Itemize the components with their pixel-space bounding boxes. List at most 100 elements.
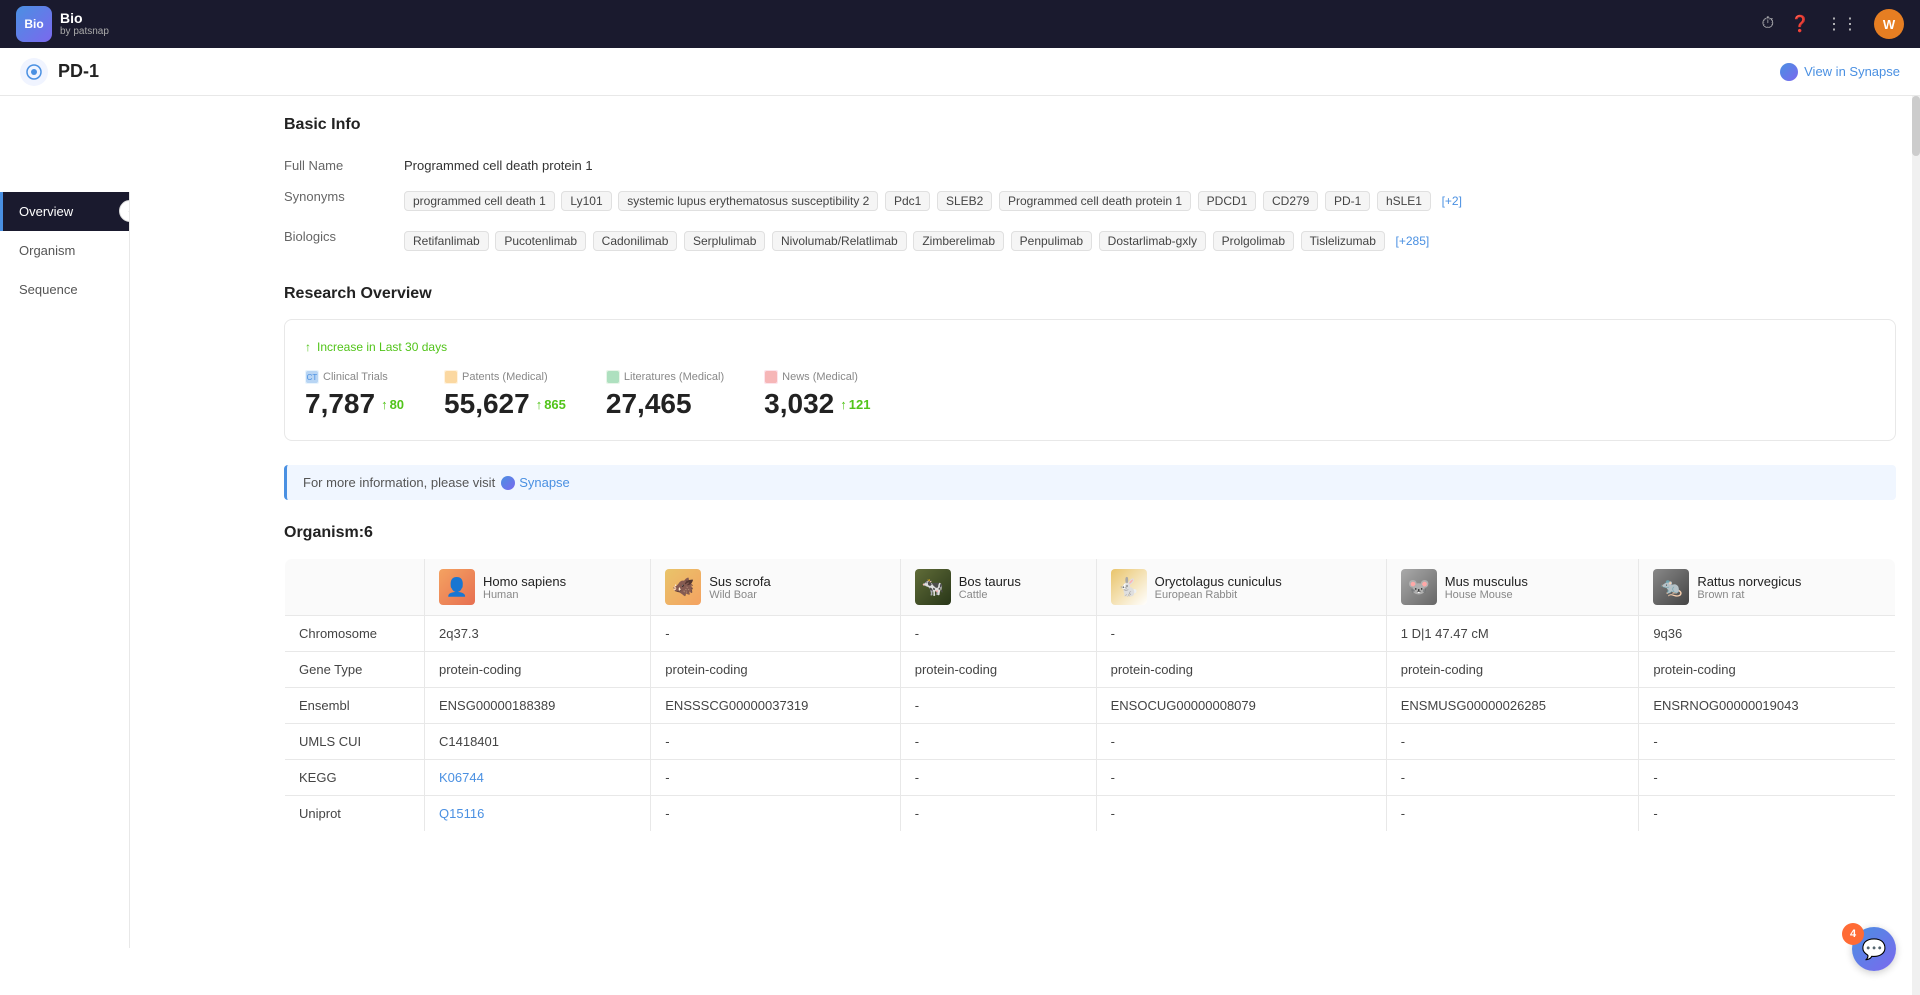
- synonym-tag[interactable]: Ly101: [561, 191, 611, 211]
- biologic-tag[interactable]: Zimberelimab: [913, 231, 1004, 251]
- cell-kegg-bos: -: [900, 760, 1096, 796]
- help-icon[interactable]: ❓: [1790, 14, 1810, 34]
- biologic-tag[interactable]: Serplulimab: [684, 231, 765, 251]
- biologics-more[interactable]: [+285]: [1392, 232, 1434, 250]
- synonym-tag[interactable]: SLEB2: [937, 191, 992, 211]
- stat-type-patents: Patents (Medical): [444, 370, 566, 384]
- synonym-tag[interactable]: Programmed cell death protein 1: [999, 191, 1191, 211]
- avatar[interactable]: W: [1874, 9, 1904, 39]
- org-sub-homo: Human: [483, 589, 566, 601]
- sidebar-item-sequence[interactable]: Sequence: [0, 270, 129, 309]
- kegg-link-homo[interactable]: K06744: [439, 770, 484, 785]
- organism-table: 👤 Homo sapiens Human: [284, 558, 1896, 832]
- synonym-tag[interactable]: programmed cell death 1: [404, 191, 555, 211]
- cell-genetype-bos: protein-coding: [900, 652, 1096, 688]
- synonym-tag[interactable]: hSLE1: [1377, 191, 1431, 211]
- cell-chromosome-ory: -: [1096, 616, 1386, 652]
- svg-text:CT: CT: [307, 373, 318, 382]
- organism-col-mus: 🐭 Mus musculus House Mouse: [1386, 559, 1639, 616]
- cell-uniprot-bos: -: [900, 796, 1096, 832]
- organism-title: Organism:6: [284, 524, 1896, 542]
- stat-value-patents: 55,627 ↑ 865: [444, 388, 566, 420]
- org-name-mus: Mus musculus: [1445, 574, 1528, 589]
- synapse-icon: [1780, 63, 1798, 81]
- cell-genetype-ory: protein-coding: [1096, 652, 1386, 688]
- clock-icon[interactable]: ⏱: [1762, 15, 1774, 33]
- news-icon: [764, 370, 778, 384]
- stat-literatures: Literatures (Medical) 27,465: [606, 370, 724, 420]
- org-header-sus: 🐗 Sus scrofa Wild Boar: [665, 569, 885, 605]
- row-label-chromosome: Chromosome: [285, 616, 425, 652]
- layout: ‹ Overview Organism Sequence Basic Info …: [0, 96, 1920, 852]
- biologic-tag[interactable]: Pucotenlimab: [495, 231, 586, 251]
- scrollbar-thumb[interactable]: [1912, 96, 1920, 156]
- navbar-logo[interactable]: Bio: [16, 6, 52, 42]
- org-header-ory: 🐇 Oryctolagus cuniculus European Rabbit: [1111, 569, 1372, 605]
- biologic-tag[interactable]: Tislelizumab: [1301, 231, 1385, 251]
- biologic-tag[interactable]: Retifanlimab: [404, 231, 489, 251]
- synonym-tag[interactable]: CD279: [1263, 191, 1318, 211]
- stat-delta-patents: ↑ 865: [536, 397, 566, 412]
- view-in-synapse-button[interactable]: View in Synapse: [1780, 63, 1900, 81]
- row-label-ensembl: Ensembl: [285, 688, 425, 724]
- synapse-link[interactable]: Synapse: [501, 475, 570, 490]
- cell-kegg-mus: -: [1386, 760, 1639, 796]
- chat-count: 4: [1842, 923, 1864, 945]
- research-overview-card: ↑ Increase in Last 30 days CT Clinical T…: [284, 319, 1896, 441]
- biologic-tag[interactable]: Cadonilimab: [593, 231, 678, 251]
- synonyms-more[interactable]: [+2]: [1438, 192, 1466, 210]
- cell-uniprot-homo: Q15116: [425, 796, 651, 832]
- stat-delta-news: ↑ 121: [840, 397, 870, 412]
- biologic-tag[interactable]: Nivolumab/Relatlimab: [772, 231, 907, 251]
- biologic-tag[interactable]: Dostarlimab-gxly: [1099, 231, 1206, 251]
- cell-chromosome-mus: 1 D|1 47.47 cM: [1386, 616, 1639, 652]
- chat-bubble: 4 💬: [1852, 927, 1896, 971]
- cell-ensembl-ory: ENSOCUG00000008079: [1096, 688, 1386, 724]
- cell-ensembl-mus: ENSMUSG00000026285: [1386, 688, 1639, 724]
- page-title-area: PD-1: [20, 58, 99, 86]
- cell-kegg-rat: -: [1639, 760, 1896, 796]
- org-header-rat: 🐀 Rattus norvegicus Brown rat: [1653, 569, 1881, 605]
- organism-col-label: [285, 559, 425, 616]
- sidebar: ‹ Overview Organism Sequence: [0, 192, 130, 948]
- synonym-tag[interactable]: systemic lupus erythematosus susceptibil…: [618, 191, 878, 211]
- fullname-label: Full Name: [284, 150, 404, 181]
- grid-icon[interactable]: ⋮⋮: [1826, 14, 1858, 34]
- research-overview-section: Research Overview ↑ Increase in Last 30 …: [284, 285, 1896, 500]
- org-name-bos: Bos taurus: [959, 574, 1021, 589]
- cell-genetype-rat: protein-coding: [1639, 652, 1896, 688]
- org-img-homo: 👤: [439, 569, 475, 605]
- synonym-tag[interactable]: PDCD1: [1198, 191, 1257, 211]
- patents-icon: [444, 370, 458, 384]
- literatures-icon: [606, 370, 620, 384]
- cell-kegg-sus: -: [651, 760, 900, 796]
- biologic-tag[interactable]: Prolgolimab: [1213, 231, 1294, 251]
- increase-label: ↑ Increase in Last 30 days: [305, 340, 1875, 354]
- basic-info-title: Basic Info: [284, 116, 1896, 134]
- stats-row: CT Clinical Trials 7,787 ↑ 80: [305, 370, 1875, 420]
- navbar-brand: Bio by patsnap: [60, 10, 109, 39]
- cell-uniprot-rat: -: [1639, 796, 1896, 832]
- org-img-bos: 🐄: [915, 569, 951, 605]
- biologic-tag[interactable]: Penpulimab: [1011, 231, 1092, 251]
- stat-clinical-trials: CT Clinical Trials 7,787 ↑ 80: [305, 370, 404, 420]
- org-name-rat: Rattus norvegicus: [1697, 574, 1801, 589]
- synonym-tag[interactable]: Pdc1: [885, 191, 930, 211]
- cell-umlscui-rat: -: [1639, 724, 1896, 760]
- synonym-tag[interactable]: PD-1: [1325, 191, 1370, 211]
- org-img-ory: 🐇: [1111, 569, 1147, 605]
- synonyms-label: Synonyms: [284, 181, 404, 221]
- row-label-uniprot: Uniprot: [285, 796, 425, 832]
- organism-col-rat: 🐀 Rattus norvegicus Brown rat: [1639, 559, 1896, 616]
- sidebar-item-overview[interactable]: Overview: [0, 192, 129, 231]
- cell-chromosome-sus: -: [651, 616, 900, 652]
- stat-type-clinical: CT Clinical Trials: [305, 370, 404, 384]
- synonyms-value: programmed cell death 1 Ly101 systemic l…: [404, 181, 1896, 221]
- organism-header-row: 👤 Homo sapiens Human: [285, 559, 1896, 616]
- org-name-sus: Sus scrofa: [709, 574, 770, 589]
- research-overview-title: Research Overview: [284, 285, 1896, 303]
- cell-uniprot-ory: -: [1096, 796, 1386, 832]
- logo-text: Bio: [24, 17, 43, 31]
- uniprot-link-homo[interactable]: Q15116: [439, 806, 484, 821]
- sidebar-item-organism[interactable]: Organism: [0, 231, 129, 270]
